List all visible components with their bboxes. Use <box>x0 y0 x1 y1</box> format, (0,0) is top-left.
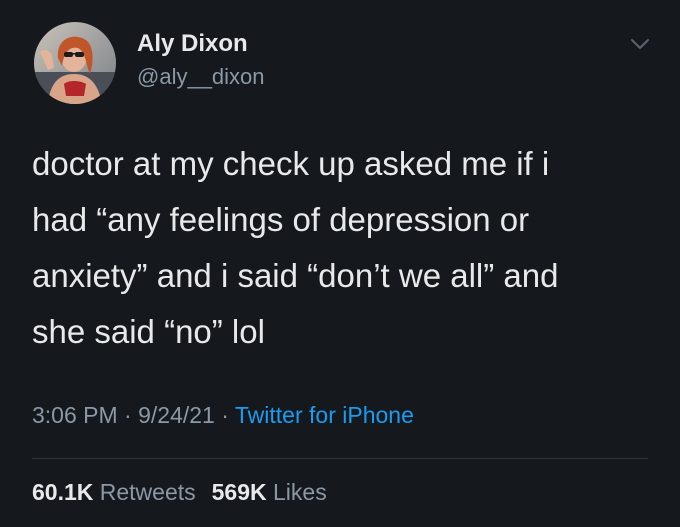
tweet-source-link[interactable]: Twitter for iPhone <box>235 402 414 428</box>
display-name[interactable]: Aly Dixon <box>137 30 248 58</box>
meta-separator: · <box>214 402 235 428</box>
tweet-meta: 3:06 PM · 9/24/21 · Twitter for iPhone <box>32 402 414 429</box>
retweets-stat[interactable]: 60.1K Retweets <box>32 479 196 505</box>
likes-count: 569K <box>211 479 267 505</box>
avatar[interactable] <box>34 22 116 104</box>
tweet-time[interactable]: 3:06 PM <box>32 402 118 428</box>
tweet-date[interactable]: 9/24/21 <box>138 402 215 428</box>
divider <box>32 458 648 459</box>
meta-separator: · <box>117 402 139 428</box>
retweets-label: Retweets <box>93 479 196 505</box>
likes-label: Likes <box>266 479 327 505</box>
tweet-text: doctor at my check up asked me if i had … <box>32 145 559 350</box>
retweets-count: 60.1K <box>32 479 94 505</box>
chevron-down-icon[interactable] <box>628 34 652 54</box>
avatar-photo <box>34 22 116 104</box>
tweet-stats: 60.1K Retweets 569K Likes <box>32 479 327 506</box>
tweet-card: Aly Dixon @aly__dixon doctor at my check… <box>0 0 680 527</box>
likes-stat[interactable]: 569K Likes <box>212 479 327 505</box>
user-handle[interactable]: @aly__dixon <box>137 64 265 90</box>
